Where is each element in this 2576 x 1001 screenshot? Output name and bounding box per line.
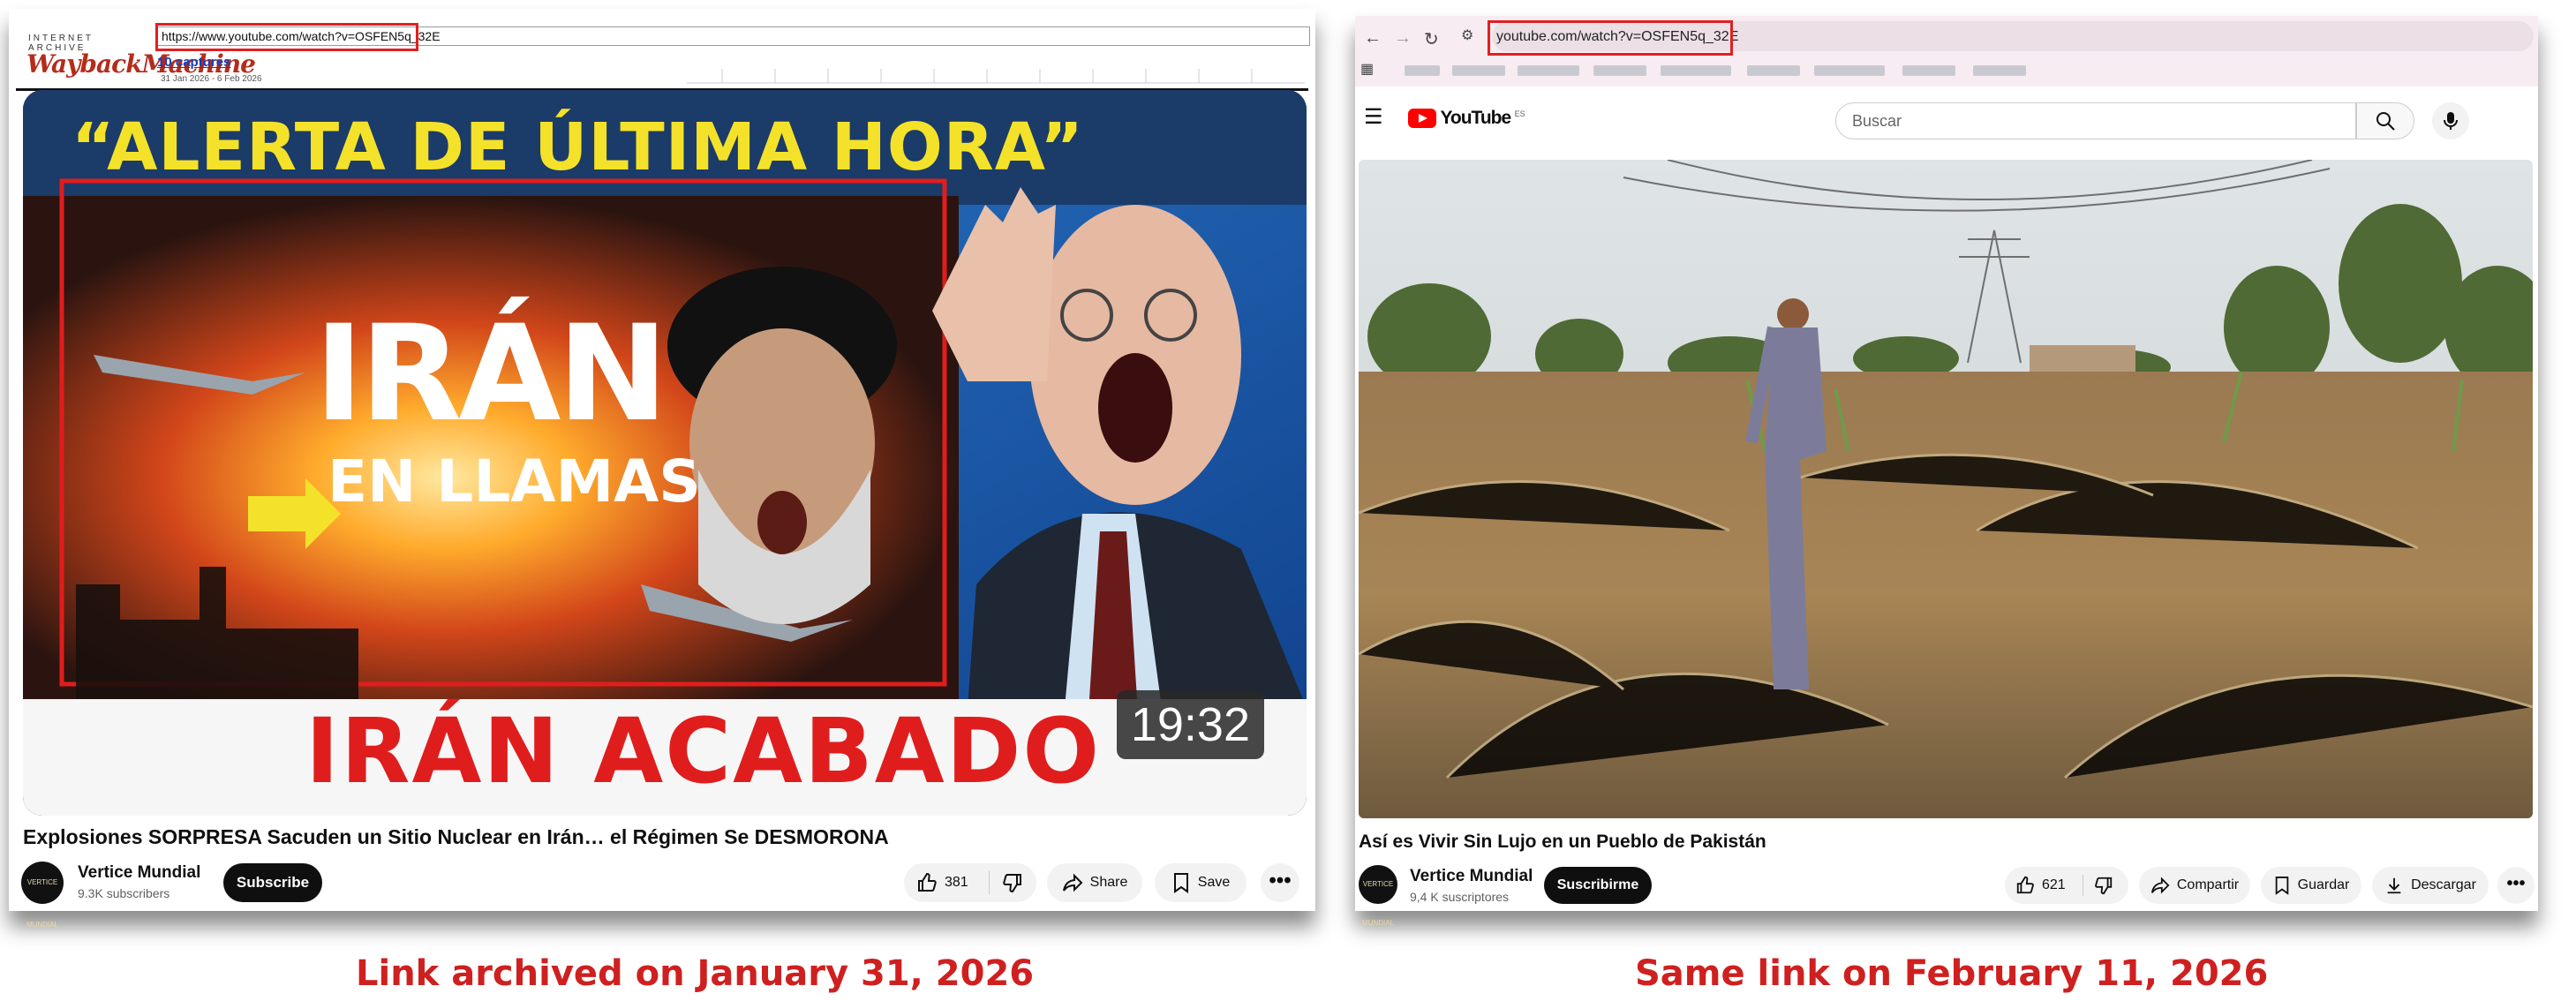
channel-name[interactable]: Vertice Mundial	[1410, 867, 1533, 886]
left-caption: Link archived on January 31, 2026	[356, 953, 1035, 994]
search-button[interactable]	[2356, 102, 2414, 139]
video-title: Así es Vivir Sin Lujo en un Pueblo de Pa…	[1359, 832, 1766, 852]
thumbnail-bottom-text: IRÁN ACABADO	[305, 699, 1102, 804]
bookmark-blurred[interactable]	[1518, 65, 1579, 76]
thumbs-up-icon	[918, 872, 937, 892]
like-button[interactable]: 381	[904, 871, 990, 894]
captures-link[interactable]: 10 captures	[157, 55, 230, 70]
share-icon	[1062, 873, 1083, 892]
bookmark-blurred[interactable]	[1902, 65, 1955, 76]
capture-date-range: 31 Jan 2026 - 6 Feb 2026	[161, 74, 262, 84]
like-dislike-group: 621	[2005, 867, 2128, 904]
more-actions-button[interactable]: •••	[1261, 863, 1299, 902]
avatar-text: VERTICE MUNDIAL	[1361, 880, 1394, 927]
like-count: 621	[2042, 877, 2066, 892]
thumbnail-headline: “ALERTA DE ÚLTIMA HORA”	[72, 109, 1084, 185]
youtube-logo[interactable]: YouTube ES	[1408, 108, 1525, 129]
channel-avatar[interactable]: VERTICE MUNDIAL	[21, 862, 64, 929]
wayback-toolbar: INTERNET ARCHIVE WaybackMachine https://…	[16, 16, 1310, 91]
avatar-text: VERTICE MUNDIAL	[26, 878, 58, 929]
subscribe-button[interactable]: Subscribe	[223, 863, 322, 902]
site-settings-icon[interactable]: ⚙	[1461, 26, 1473, 44]
bookmark-blurred[interactable]	[1452, 65, 1505, 76]
save-label: Save	[1197, 875, 1231, 890]
microphone-icon	[2444, 112, 2458, 130]
thumbnail-word-llamas: EN LLAMAS	[328, 448, 701, 516]
subscribe-button[interactable]: Suscribirme	[1544, 867, 1652, 904]
bookmark-blurred[interactable]	[1405, 65, 1440, 76]
download-label: Descargar	[2411, 877, 2476, 892]
video-frame	[1359, 160, 2533, 818]
share-button[interactable]: Share	[1047, 863, 1142, 902]
share-icon	[2150, 877, 2170, 894]
thumbs-down-icon	[2095, 877, 2113, 895]
save-label: Guardar	[2297, 877, 2350, 892]
dislike-button[interactable]	[2083, 876, 2113, 895]
youtube-logo-text: YouTube	[1440, 108, 1511, 128]
url-highlight-box	[1488, 20, 1733, 56]
bookmark-blurred[interactable]	[1661, 65, 1731, 76]
capture-timeline[interactable]	[687, 60, 1305, 87]
apps-grid-icon[interactable]: ▦	[1360, 60, 1374, 78]
subscriber-count: 9,4 K suscriptores	[1410, 890, 1510, 904]
video-thumbnail[interactable]: “ALERTA DE ÚLTIMA HORA” IRÁN EN LLAMAS I…	[23, 90, 1307, 816]
bookmark-icon	[1173, 873, 1188, 893]
forward-arrow-icon[interactable]: →	[1394, 28, 1412, 49]
live-page-screenshot: ← → ↻ ⚙ youtube.com/watch?v=OSFEN5q_32E …	[1355, 16, 2538, 927]
voice-search-button[interactable]	[2432, 102, 2469, 139]
thumbs-up-icon	[2016, 876, 2034, 894]
share-label: Compartir	[2176, 877, 2240, 892]
video-duration-badge: 19:32	[1116, 690, 1264, 759]
bookmark-icon	[2275, 877, 2288, 895]
video-title: Explosiones SORPRESA Sacuden un Sitio Nu…	[23, 825, 889, 848]
download-button[interactable]: Descargar	[2372, 867, 2489, 904]
thumbs-down-icon	[1003, 874, 1021, 893]
thumbnail-word-iran: IRÁN	[314, 297, 668, 451]
channel-name[interactable]: Vertice Mundial	[78, 863, 200, 883]
video-player[interactable]	[1359, 160, 2533, 818]
youtube-header: ☰ YouTube ES Buscar	[1355, 87, 2538, 150]
bookmark-blurred[interactable]	[1814, 65, 1885, 76]
bookmark-blurred[interactable]	[1593, 65, 1646, 76]
save-button[interactable]: Guardar	[2261, 867, 2361, 904]
browser-toolbar: ← → ↻ ⚙ youtube.com/watch?v=OSFEN5q_32E …	[1355, 16, 2538, 87]
search-icon	[2376, 112, 2395, 131]
country-code: ES	[1514, 109, 1525, 118]
channel-avatar[interactable]: VERTICE MUNDIAL	[1359, 865, 1397, 927]
youtube-play-icon	[1408, 109, 1436, 128]
wayback-logo[interactable]: INTERNET ARCHIVE WaybackMachine	[19, 18, 256, 88]
share-button[interactable]: Compartir	[2139, 867, 2250, 904]
download-icon	[2387, 877, 2401, 894]
reload-icon[interactable]: ↻	[1424, 28, 1439, 50]
like-dislike-group: 381	[904, 863, 1036, 902]
like-button[interactable]: 621	[2005, 875, 2083, 896]
bookmark-blurred[interactable]	[1747, 65, 1800, 76]
dislike-button[interactable]	[990, 872, 1023, 893]
more-actions-button[interactable]: •••	[2497, 867, 2535, 904]
bookmark-blurred[interactable]	[1973, 65, 2026, 76]
url-highlight-box	[155, 23, 418, 51]
right-caption: Same link on February 11, 2026	[1635, 953, 2269, 994]
archived-page-screenshot: INTERNET ARCHIVE WaybackMachine https://…	[9, 9, 1315, 929]
like-count: 381	[945, 875, 968, 890]
save-button[interactable]: Save	[1155, 863, 1247, 902]
menu-icon[interactable]: ☰	[1364, 104, 1383, 130]
back-arrow-icon[interactable]: ←	[1364, 28, 1382, 49]
share-label: Share	[1089, 875, 1128, 890]
subscriber-count: 9.3K subscribers	[78, 886, 170, 900]
search-input[interactable]: Buscar	[1835, 102, 2356, 139]
